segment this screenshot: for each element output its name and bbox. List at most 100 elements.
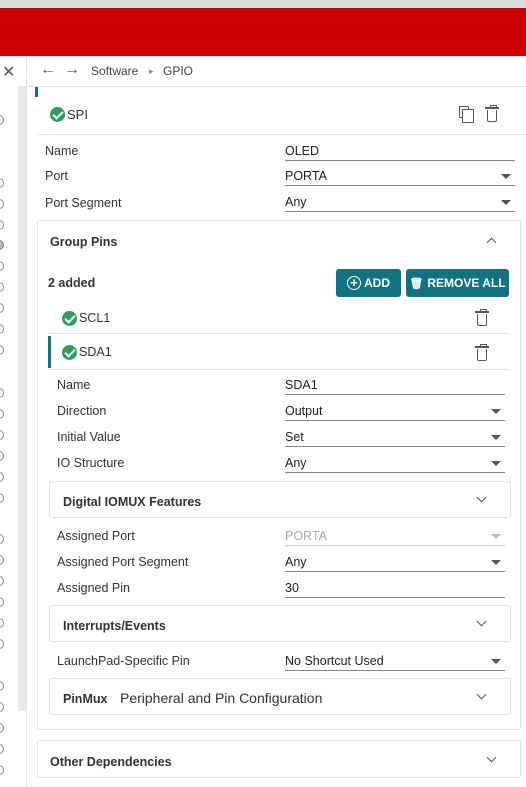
chevron-up-icon[interactable] bbox=[486, 237, 497, 248]
tree-radio[interactable] bbox=[0, 765, 4, 775]
tree-radio[interactable] bbox=[0, 555, 4, 565]
name-value: OLED bbox=[285, 144, 320, 158]
tree-radio[interactable] bbox=[0, 702, 4, 712]
assigned-port-segment-value: Any bbox=[285, 555, 307, 569]
launchpad-pin-value: No Shortcut Used bbox=[285, 654, 384, 668]
chevron-down-icon[interactable] bbox=[476, 689, 487, 700]
assigned-pin-input[interactable]: 30 bbox=[285, 578, 505, 598]
direction-select[interactable]: Output bbox=[285, 401, 505, 421]
name-input[interactable]: OLED bbox=[285, 141, 515, 161]
tree-radio[interactable] bbox=[0, 576, 4, 586]
iomux-features-title: Digital IOMUX Features bbox=[63, 495, 202, 509]
io-structure-value: Any bbox=[285, 456, 307, 470]
tree-radio[interactable] bbox=[0, 639, 4, 649]
tree-radio[interactable] bbox=[0, 430, 4, 440]
chevron-down-icon[interactable] bbox=[476, 492, 487, 503]
tree-radio[interactable] bbox=[0, 324, 4, 334]
interrupts-events-header[interactable]: Interrupts/Events bbox=[49, 605, 511, 642]
tree-radio[interactable] bbox=[0, 472, 4, 482]
left-panel-scrollbar[interactable] bbox=[18, 86, 27, 711]
port-select[interactable]: PORTA bbox=[285, 166, 515, 186]
tree-radio[interactable] bbox=[0, 178, 4, 188]
tree-radio[interactable] bbox=[0, 199, 4, 209]
port-segment-label: Port Segment bbox=[45, 196, 122, 210]
initial-value-select[interactable]: Set bbox=[285, 427, 505, 447]
tree-radio[interactable] bbox=[0, 345, 4, 355]
delete-sweep-icon: 🗑 bbox=[409, 277, 424, 290]
initial-value-value: Set bbox=[285, 430, 304, 444]
dropdown-caret-icon bbox=[501, 174, 511, 179]
check-circle-icon bbox=[50, 107, 65, 122]
assigned-port-label: Assigned Port bbox=[57, 529, 135, 543]
assigned-port-segment-select[interactable]: Any bbox=[285, 552, 505, 572]
add-button-label: ADD bbox=[364, 276, 390, 290]
io-structure-select[interactable]: Any bbox=[285, 453, 505, 473]
tree-radio[interactable] bbox=[0, 303, 4, 313]
pin-name: SCL1 bbox=[79, 311, 111, 325]
tree-radio[interactable] bbox=[0, 451, 4, 461]
divider bbox=[48, 333, 510, 334]
assigned-port-value: PORTA bbox=[285, 529, 327, 543]
pin-name: SDA1 bbox=[79, 345, 112, 359]
pin-name-label: Name bbox=[57, 378, 91, 392]
dropdown-caret-icon bbox=[491, 409, 501, 414]
close-icon[interactable]: ✕ bbox=[2, 62, 15, 82]
tree-radio[interactable] bbox=[0, 723, 4, 733]
tree-radio[interactable] bbox=[0, 618, 4, 628]
other-dependencies-header[interactable]: Other Dependencies bbox=[37, 740, 521, 778]
tree-radio[interactable] bbox=[0, 681, 4, 691]
tree-radio[interactable] bbox=[0, 388, 4, 398]
delete-icon[interactable] bbox=[475, 309, 489, 326]
iomux-features-header[interactable]: Digital IOMUX Features bbox=[49, 481, 511, 518]
add-circle-icon: + bbox=[347, 276, 361, 290]
launchpad-pin-select[interactable]: No Shortcut Used bbox=[285, 651, 505, 671]
delete-icon[interactable] bbox=[485, 105, 499, 122]
tree-radio[interactable] bbox=[0, 493, 4, 503]
tree-radio[interactable] bbox=[0, 220, 4, 230]
tree-radio[interactable] bbox=[0, 534, 4, 544]
back-arrow-icon[interactable]: ← bbox=[40, 61, 56, 79]
direction-value: Output bbox=[285, 404, 323, 418]
forward-arrow-icon[interactable]: → bbox=[64, 61, 80, 79]
port-segment-select[interactable]: Any bbox=[285, 192, 515, 212]
assigned-port-select: PORTA bbox=[285, 526, 505, 546]
group-name-heading: SPI bbox=[67, 107, 88, 122]
add-button[interactable]: + ADD bbox=[336, 269, 401, 297]
dropdown-caret-icon bbox=[491, 435, 501, 440]
dropdown-caret-icon bbox=[491, 461, 501, 466]
tree-radio[interactable] bbox=[0, 409, 4, 419]
chevron-down-icon[interactable] bbox=[486, 752, 497, 763]
selection-indicator bbox=[35, 87, 38, 97]
copy-icon[interactable] bbox=[459, 106, 474, 123]
main-content: SPI Name OLED Port PORTA Port Segment An… bbox=[28, 87, 526, 787]
other-dependencies-title: Other Dependencies bbox=[50, 755, 172, 769]
pinmux-header[interactable]: PinMux Peripheral and Pin Configuration bbox=[49, 678, 511, 715]
interrupts-events-title: Interrupts/Events bbox=[63, 619, 166, 633]
group-pins-title: Group Pins bbox=[50, 235, 118, 249]
pinmux-subtitle: Peripheral and Pin Configuration bbox=[120, 690, 323, 706]
tree-radio[interactable] bbox=[0, 115, 4, 125]
tree-radio[interactable] bbox=[0, 261, 4, 271]
launchpad-pin-label: LaunchPad-Specific Pin bbox=[57, 654, 190, 668]
remove-all-button[interactable]: 🗑 REMOVE ALL bbox=[406, 269, 509, 297]
tree-radio-selected[interactable] bbox=[0, 240, 4, 250]
tree-radio[interactable] bbox=[0, 282, 4, 292]
remove-all-button-label: REMOVE ALL bbox=[427, 276, 506, 290]
tree-radio[interactable] bbox=[0, 597, 4, 607]
delete-icon[interactable] bbox=[475, 344, 489, 361]
check-circle-icon bbox=[62, 345, 77, 360]
pins-count: 2 added bbox=[48, 276, 96, 290]
port-value: PORTA bbox=[285, 169, 327, 183]
left-panel: ✕ bbox=[0, 56, 27, 787]
assigned-port-segment-label: Assigned Port Segment bbox=[57, 555, 189, 569]
group-pins-card: Group Pins 2 added + ADD 🗑 REMOVE ALL SC… bbox=[37, 220, 521, 730]
pin-name-input[interactable]: SDA1 bbox=[285, 375, 505, 395]
initial-value-label: Initial Value bbox=[57, 430, 121, 444]
breadcrumb-bar: ← → Software ▸ GPIO bbox=[28, 56, 526, 87]
breadcrumb-root[interactable]: Software bbox=[91, 64, 138, 78]
port-segment-value: Any bbox=[285, 195, 307, 209]
breadcrumb-separator-icon: ▸ bbox=[149, 66, 154, 76]
chevron-down-icon[interactable] bbox=[476, 616, 487, 627]
tree-radio[interactable] bbox=[0, 744, 4, 754]
divider bbox=[48, 369, 510, 370]
